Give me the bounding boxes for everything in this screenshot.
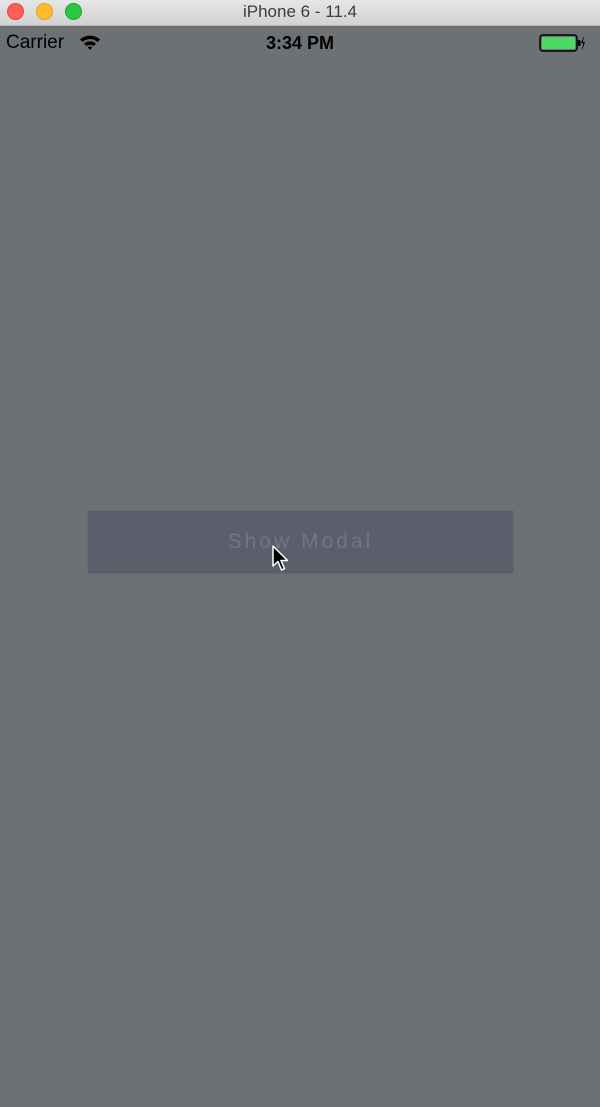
- clock-time: 3:34 PM: [265, 33, 335, 53]
- battery-charging-icon: [539, 34, 585, 52]
- show-modal-button-label: Show Modal: [227, 530, 374, 553]
- window-titlebar: iPhone 6 - 11.4: [0, 0, 600, 26]
- simulator-window: iPhone 6 - 11.4 Carrier 3:34 PM Show Mod…: [0, 0, 600, 1107]
- window-title: iPhone 6 - 11.4: [242, 2, 358, 21]
- status-bar: Carrier 3:34 PM: [0, 26, 600, 60]
- mouse-pointer-icon: [272, 545, 289, 571]
- show-modal-button[interactable]: Show Modal: [87, 510, 514, 574]
